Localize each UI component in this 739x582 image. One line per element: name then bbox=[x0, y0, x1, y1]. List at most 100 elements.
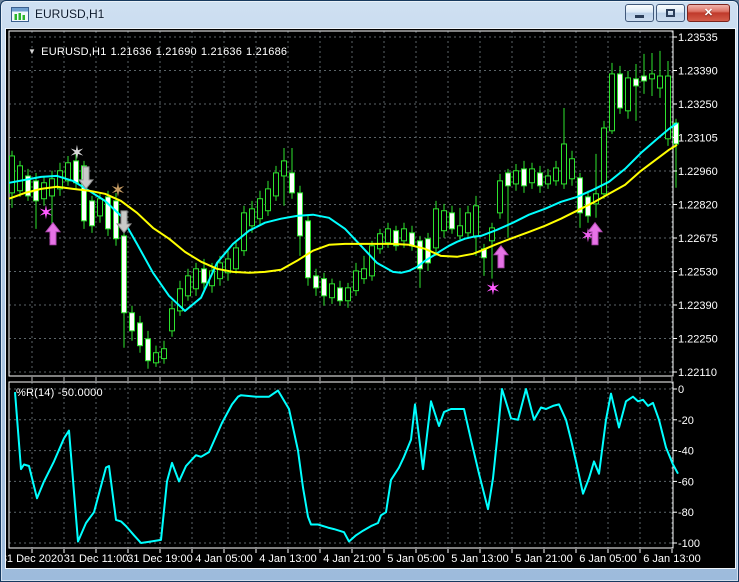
candle bbox=[257, 190, 263, 226]
candle bbox=[345, 282, 351, 308]
svg-text:1.23535: 1.23535 bbox=[678, 32, 718, 44]
svg-text:4 Jan 21:00: 4 Jan 21:00 bbox=[323, 553, 381, 565]
minimize-icon bbox=[635, 15, 644, 18]
svg-text:6 Jan 13:00: 6 Jan 13:00 bbox=[643, 553, 701, 565]
svg-text:1.22675: 1.22675 bbox=[678, 233, 718, 245]
svg-text:1.23250: 1.23250 bbox=[678, 99, 718, 111]
candle bbox=[665, 60, 671, 146]
svg-text:-60: -60 bbox=[678, 476, 694, 488]
candle bbox=[457, 207, 463, 241]
candle bbox=[377, 228, 383, 254]
price-axis[interactable]: 1.23535 1.23390 1.23250 1.23105 1.22960 1.228… bbox=[678, 32, 718, 379]
svg-text:-80: -80 bbox=[678, 507, 694, 519]
wpr-line bbox=[14, 388, 679, 544]
svg-text:1.22960: 1.22960 bbox=[678, 166, 718, 178]
svg-text:-40: -40 bbox=[678, 446, 694, 458]
candle bbox=[289, 147, 295, 199]
window-title: EURUSD,H1 bbox=[35, 7, 105, 21]
candle bbox=[553, 160, 559, 186]
titlebar[interactable]: EURUSD,H1 ✕ bbox=[1, 1, 738, 28]
candle bbox=[305, 215, 311, 286]
candle bbox=[569, 150, 575, 186]
candle bbox=[649, 52, 655, 97]
time-axis[interactable]: 31 Dec 2020 31 Dec 11:0031 Dec 19:00 4 Jan… bbox=[5, 553, 701, 565]
candle bbox=[9, 150, 15, 208]
close-button[interactable]: ✕ bbox=[687, 4, 730, 22]
candle bbox=[561, 107, 567, 189]
svg-text:-100: -100 bbox=[678, 538, 700, 550]
svg-text:-20: -20 bbox=[678, 415, 694, 427]
candle bbox=[449, 205, 455, 234]
candle bbox=[657, 50, 663, 98]
candle bbox=[145, 330, 151, 369]
svg-text:5 Jan 13:00: 5 Jan 13:00 bbox=[451, 553, 509, 565]
legend-low: 1.21636 bbox=[200, 46, 243, 58]
svg-text:31 Dec 19:00: 31 Dec 19:00 bbox=[127, 553, 192, 565]
candle bbox=[641, 53, 647, 94]
star-icon: ✶ bbox=[485, 278, 501, 300]
candle bbox=[241, 205, 247, 256]
candle bbox=[161, 340, 167, 364]
arrow-up-icon bbox=[492, 244, 510, 269]
wpr-axis[interactable]: 0 -20 -40 -60 -80 -100 bbox=[678, 384, 700, 550]
chart-icon bbox=[11, 7, 29, 22]
candle bbox=[89, 195, 95, 233]
candle bbox=[281, 147, 287, 206]
svg-text:1.22530: 1.22530 bbox=[678, 267, 718, 279]
axis-ticks bbox=[31, 36, 677, 553]
candle bbox=[137, 315, 143, 353]
candle bbox=[129, 305, 135, 341]
candle bbox=[177, 280, 183, 316]
candle bbox=[433, 200, 439, 256]
chevron-down-icon[interactable]: ▼ bbox=[28, 47, 36, 56]
candle bbox=[193, 262, 199, 296]
candle bbox=[545, 168, 551, 189]
legend-open: 1.21636 bbox=[110, 46, 152, 58]
candle bbox=[521, 160, 527, 193]
candle bbox=[17, 160, 23, 197]
candle bbox=[169, 300, 175, 337]
candle bbox=[609, 62, 615, 134]
indicator-label: %R(14) -50.0000 bbox=[16, 387, 103, 399]
candle bbox=[393, 225, 399, 251]
candle bbox=[329, 278, 335, 304]
candle bbox=[617, 65, 623, 114]
star-icon: ✶ bbox=[38, 202, 54, 224]
svg-text:0: 0 bbox=[678, 384, 684, 396]
mt4-chart-window: EURUSD,H1 ✕ ✶ ✶ ✶ ✶ ✶ 1.23535 1.23390 1.23250 1.… bbox=[0, 0, 739, 582]
candle bbox=[313, 268, 319, 296]
restore-button[interactable] bbox=[656, 4, 685, 22]
svg-text:4 Jan 13:00: 4 Jan 13:00 bbox=[259, 553, 317, 565]
candle bbox=[337, 280, 343, 306]
candle bbox=[441, 203, 447, 238]
chart-canvas[interactable]: ✶✶✶✶✶1.235351.233901.232501.231051.22960… bbox=[5, 28, 736, 569]
vertical-gridlines bbox=[31, 31, 673, 548]
candle bbox=[417, 235, 423, 288]
svg-text:4 Jan 05:00: 4 Jan 05:00 bbox=[195, 553, 253, 565]
svg-text:1.22820: 1.22820 bbox=[678, 200, 718, 212]
star-icon: ✶ bbox=[69, 142, 85, 164]
star-icon: ✶ bbox=[110, 180, 126, 202]
candle bbox=[225, 250, 231, 281]
svg-text:31 Dec 11:00: 31 Dec 11:00 bbox=[64, 553, 129, 565]
svg-text:6 Jan 05:00: 6 Jan 05:00 bbox=[579, 553, 637, 565]
candle bbox=[25, 168, 31, 201]
chart-legend[interactable]: ▼ EURUSD,H1 1.21636 1.21690 1.21636 1.21686 bbox=[15, 34, 291, 70]
candle bbox=[625, 70, 631, 119]
candle bbox=[577, 172, 583, 228]
candle bbox=[593, 153, 599, 218]
candle bbox=[297, 185, 303, 256]
svg-text:1.22390: 1.22390 bbox=[678, 300, 718, 312]
svg-text:1.22110: 1.22110 bbox=[678, 367, 717, 379]
candle bbox=[529, 162, 535, 189]
candle bbox=[633, 64, 639, 121]
window-controls: ✕ bbox=[625, 4, 730, 22]
candle bbox=[321, 272, 327, 306]
arrow-up-icon bbox=[44, 221, 62, 246]
candle bbox=[601, 120, 607, 199]
restore-icon bbox=[666, 9, 675, 17]
candle bbox=[185, 268, 191, 301]
minimize-button[interactable] bbox=[625, 4, 654, 22]
candle bbox=[353, 262, 359, 296]
close-icon: ✕ bbox=[703, 6, 714, 19]
